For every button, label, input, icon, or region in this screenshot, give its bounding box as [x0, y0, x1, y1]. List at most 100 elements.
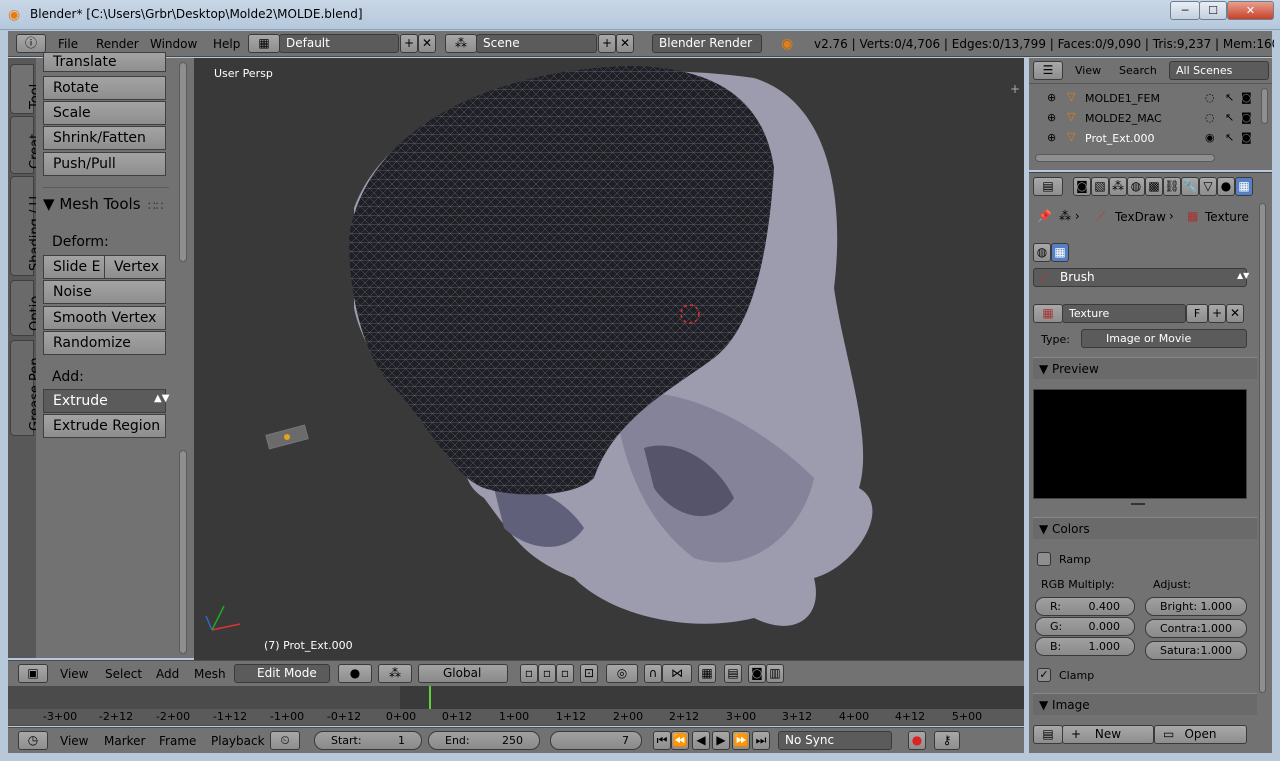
record-keyframe-icon[interactable]: ●: [908, 731, 926, 750]
mesh-tools-panel-header[interactable]: ▼ Mesh Tools: [43, 195, 141, 213]
sync-mode-dropdown[interactable]: No Sync: [778, 731, 892, 750]
select-arrow-icon[interactable]: ↖: [1225, 131, 1234, 144]
menu-select[interactable]: Select: [105, 667, 142, 681]
texture-tab-icon[interactable]: ▦: [1235, 177, 1253, 196]
play-icon[interactable]: ▶: [712, 731, 730, 750]
preview-resize-handle[interactable]: [1131, 503, 1145, 505]
tab-grease-pencil[interactable]: Grease Pen: [10, 340, 43, 436]
opengl-render-icon[interactable]: ▤: [724, 664, 742, 683]
outliner-menu-view[interactable]: View: [1075, 64, 1101, 77]
scene-field[interactable]: Scene: [476, 34, 597, 53]
texture-name-field[interactable]: Texture: [1062, 304, 1186, 323]
clamp-checkbox[interactable]: ✓: [1037, 668, 1051, 682]
expand-icon[interactable]: ⊕: [1047, 111, 1056, 124]
visibility-eye-icon[interactable]: ◌: [1205, 91, 1215, 104]
transform-orientation-dropdown[interactable]: Global: [418, 664, 508, 683]
edge-select-icon[interactable]: ▫: [538, 664, 556, 683]
editor-type-3d-icon[interactable]: ▣: [18, 664, 48, 683]
3d-viewport[interactable]: User Persp (7) Prot_Ext.000 +: [194, 58, 1024, 660]
outliner-horizontal-scrollbar[interactable]: [1035, 154, 1215, 162]
play-reverse-icon[interactable]: ◀: [692, 731, 710, 750]
select-arrow-icon[interactable]: ↖: [1225, 111, 1234, 124]
proportional-edit-icon[interactable]: ◎: [606, 664, 638, 683]
render-layers-tab-icon[interactable]: ▧: [1091, 177, 1109, 196]
material-tab-icon[interactable]: ●: [1217, 177, 1235, 196]
timeline-menu-marker[interactable]: Marker: [104, 734, 145, 748]
shrink-fatten-button[interactable]: Shrink/Fatten: [43, 126, 166, 150]
open-image-button[interactable]: ▭ Open: [1154, 725, 1247, 744]
modifiers-tab-icon[interactable]: 🔧: [1181, 177, 1199, 196]
render-tab-icon[interactable]: ◙: [1073, 177, 1091, 196]
bright-field[interactable]: Bright: 1.000: [1145, 597, 1247, 616]
add-screen-icon[interactable]: +: [400, 34, 418, 53]
texture-browse-icon[interactable]: ▦: [1033, 304, 1063, 323]
snap-toggle-icon[interactable]: ∩: [644, 664, 662, 683]
slide-edge-button[interactable]: Slide E: [43, 255, 105, 279]
render-camera-icon[interactable]: ◙: [1241, 91, 1252, 104]
outliner-scrollbar[interactable]: [1261, 88, 1268, 124]
preview-range-icon[interactable]: ⏲: [270, 731, 300, 750]
b-multiply-field[interactable]: B: 1.000: [1035, 637, 1135, 656]
timeline-editor[interactable]: -3+00 -2+12 -2+00 -1+12 -1+00 -0+12 0+00…: [8, 686, 1024, 726]
scene-icon[interactable]: ⁂: [445, 34, 477, 53]
translate-button[interactable]: Translate: [43, 52, 166, 72]
tab-options[interactable]: Optio: [10, 280, 43, 336]
object-tab-icon[interactable]: ▩: [1145, 177, 1163, 196]
keying-set-icon[interactable]: ⚷: [934, 731, 960, 750]
render-camera-icon[interactable]: ◙: [1241, 111, 1252, 124]
outliner-row[interactable]: ⊕ ▽ MOLDE1_FEM ◌ ↖ ◙: [1029, 88, 1261, 108]
current-frame-field[interactable]: 7: [550, 731, 642, 750]
menu-mesh[interactable]: Mesh: [194, 667, 226, 681]
world-texture-context-icon[interactable]: ◍: [1033, 243, 1051, 262]
viewport-shading-icon[interactable]: ●: [338, 664, 372, 683]
contrast-field[interactable]: Contra: 1.000: [1145, 619, 1247, 638]
close-button[interactable]: ✕: [1227, 1, 1274, 20]
maximize-button[interactable]: ☐: [1199, 1, 1227, 20]
tool-shelf-scrollbar[interactable]: [179, 62, 187, 262]
add-scene-icon[interactable]: +: [598, 34, 616, 53]
randomize-button[interactable]: Randomize: [43, 331, 166, 355]
menu-add[interactable]: Add: [156, 667, 179, 681]
unlink-texture-icon[interactable]: ✕: [1226, 304, 1244, 323]
new-image-button[interactable]: + New: [1062, 725, 1154, 744]
menu-file[interactable]: File: [58, 37, 78, 51]
smooth-vertex-button[interactable]: Smooth Vertex: [43, 306, 166, 330]
face-select-icon[interactable]: ▫: [556, 664, 574, 683]
outliner-row[interactable]: ⊕ ▽ MOLDE2_MAC ◌ ↖ ◙: [1029, 108, 1261, 128]
outliner-row[interactable]: ⊕ ▽ Prot_Ext.000 ◉ ↖ ◙: [1029, 128, 1261, 148]
editor-type-info-icon[interactable]: ⓘ: [16, 34, 46, 53]
jump-start-icon[interactable]: ⏮: [653, 731, 671, 750]
preview-panel-header[interactable]: ▼ Preview: [1033, 357, 1257, 379]
outliner-menu-search[interactable]: Search: [1119, 64, 1157, 77]
jump-end-icon[interactable]: ⏭: [752, 731, 770, 750]
menu-window[interactable]: Window: [150, 37, 197, 51]
editor-type-outliner-icon[interactable]: ☰: [1033, 61, 1063, 80]
tab-shading-uvs[interactable]: Shading / U: [10, 176, 43, 276]
menu-render[interactable]: Render: [96, 37, 139, 51]
expand-icon[interactable]: ⊕: [1047, 91, 1056, 104]
jump-keyframe-back-icon[interactable]: ⏪: [671, 731, 689, 750]
minimize-button[interactable]: ─: [1170, 1, 1200, 20]
jump-keyframe-forward-icon[interactable]: ⏩: [732, 731, 750, 750]
visibility-eye-icon[interactable]: ◉: [1205, 131, 1215, 144]
brush-texture-context-icon[interactable]: ▦: [1051, 243, 1069, 262]
r-multiply-field[interactable]: R: 0.400: [1035, 597, 1135, 616]
image-browse-icon[interactable]: ▤: [1033, 725, 1063, 744]
rotate-button[interactable]: Rotate: [43, 76, 166, 100]
outliner-display-mode-dropdown[interactable]: All Scenes: [1169, 61, 1269, 80]
new-texture-icon[interactable]: +: [1208, 304, 1226, 323]
saturation-field[interactable]: Satura: 1.000: [1145, 641, 1247, 660]
timeline-menu-frame[interactable]: Frame: [159, 734, 196, 748]
menu-view[interactable]: View: [60, 667, 88, 681]
constraints-tab-icon[interactable]: ⛓: [1163, 177, 1181, 196]
drag-handle-icon[interactable]: ∷∷: [148, 199, 163, 213]
interaction-mode-dropdown[interactable]: Edit Mode: [234, 664, 330, 683]
render-engine-dropdown[interactable]: Blender Render: [652, 34, 762, 53]
editor-type-timeline-icon[interactable]: ◷: [18, 731, 48, 750]
scale-button[interactable]: Scale: [43, 101, 166, 125]
expand-region-icon[interactable]: +: [1010, 82, 1020, 96]
pivot-point-icon[interactable]: ⁂: [378, 664, 412, 683]
delete-scene-icon[interactable]: ✕: [616, 34, 634, 53]
render-animation-icon[interactable]: ▥: [766, 664, 784, 683]
image-panel-header[interactable]: ▼ Image: [1033, 693, 1257, 715]
